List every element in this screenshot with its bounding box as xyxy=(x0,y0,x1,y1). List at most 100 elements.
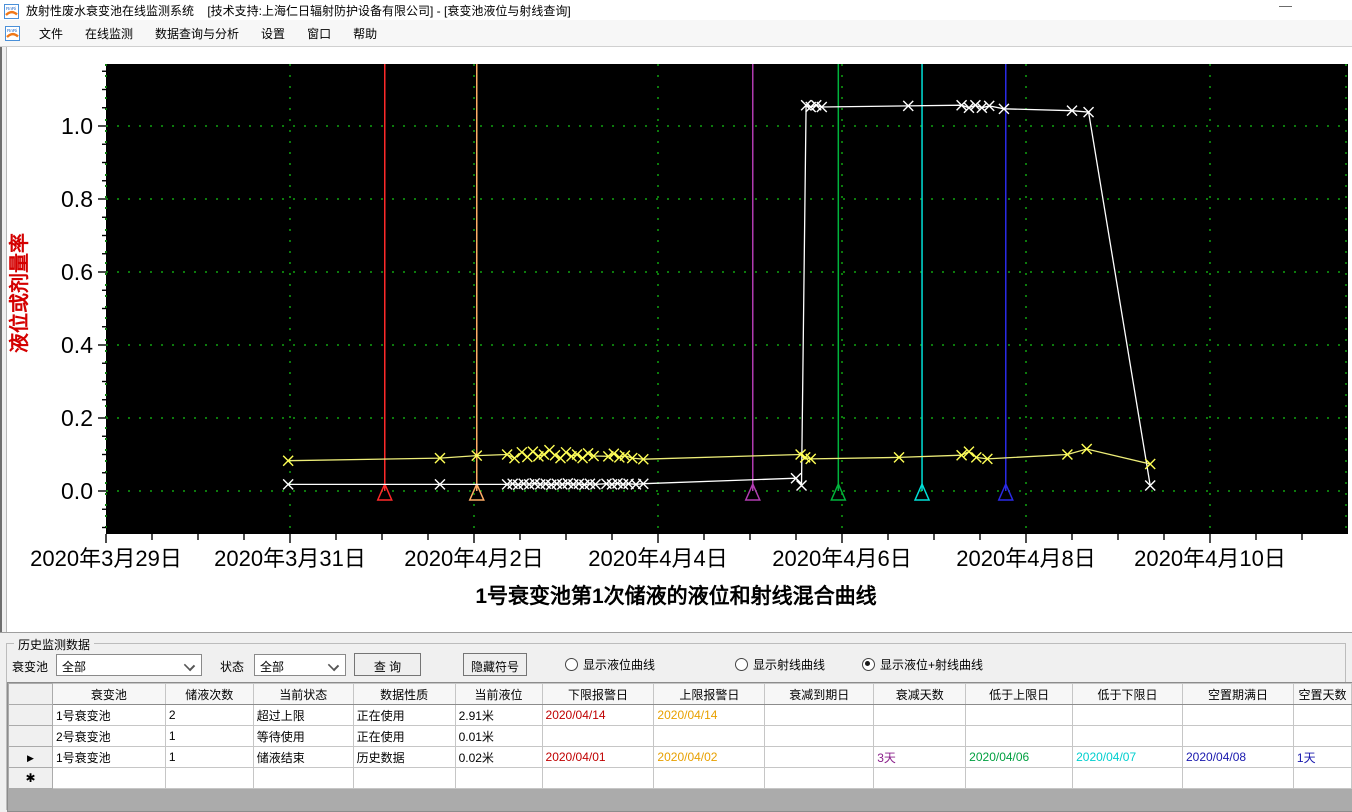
table-cell[interactable]: 历史数据 xyxy=(352,746,456,768)
column-header[interactable]: 衰变池 xyxy=(51,683,166,705)
minimize-button[interactable]: — xyxy=(1279,0,1292,13)
table-cell[interactable] xyxy=(965,725,1074,747)
menu-item-帮助[interactable]: 帮助 xyxy=(342,21,388,46)
column-header[interactable]: 空置期满日 xyxy=(1182,683,1294,705)
table-cell[interactable]: 0.02米 xyxy=(454,746,543,768)
radio-unselected-icon xyxy=(735,658,748,671)
history-table: 衰变池 储液次数 当前状态 数据性质 当前液位 下限报警日 上限报警日 衰减到期日 衰减天数 低于… xyxy=(8,683,1352,789)
table-cell[interactable]: 2.91米 xyxy=(454,704,543,726)
status-filter-value: 全部 xyxy=(260,660,285,674)
table-cell[interactable]: 超过上限 xyxy=(252,704,354,726)
table-cell[interactable]: 正在使用 xyxy=(352,725,456,747)
column-header[interactable]: 低于下限日 xyxy=(1072,683,1183,705)
table-cell[interactable] xyxy=(1182,704,1294,726)
column-header[interactable]: 储液次数 xyxy=(164,683,254,705)
table-cell[interactable]: 1天 xyxy=(1292,746,1352,768)
row-header[interactable] xyxy=(8,704,53,726)
hide-symbols-button[interactable]: 隐藏符号 xyxy=(463,653,527,676)
table-cell[interactable] xyxy=(541,767,655,789)
table-cell[interactable] xyxy=(541,725,655,747)
menu-item-数据查询与分析[interactable]: 数据查询与分析 xyxy=(144,21,250,46)
table-cell[interactable]: 2020/04/02 xyxy=(653,746,766,768)
table-cell[interactable]: 1号衰变池 xyxy=(51,746,166,768)
column-header[interactable]: 数据性质 xyxy=(352,683,456,705)
current-row-indicator[interactable]: ▶ xyxy=(8,746,53,768)
table-cell[interactable] xyxy=(352,767,456,789)
column-header[interactable]: 衰减到期日 xyxy=(764,683,875,705)
column-header[interactable]: 衰减天数 xyxy=(873,683,967,705)
table-cell[interactable] xyxy=(873,767,967,789)
table-cell[interactable]: 0.01米 xyxy=(454,725,543,747)
radio-curve-0[interactable]: 显示液位曲线 xyxy=(565,656,655,673)
table-cell[interactable]: 2020/04/14 xyxy=(653,704,766,726)
table-cell[interactable]: 1 xyxy=(164,746,254,768)
table-cell[interactable]: 3天 xyxy=(873,746,967,768)
chart-panel: 0.0 0.2 0.4 0.6 0.8 1.0 2020年3月29日 2020年3月31日 20… xyxy=(0,47,1352,632)
column-header[interactable]: 当前液位 xyxy=(454,683,543,705)
svg-text:RnRi: RnRi xyxy=(6,6,16,11)
svg-text:2020年4月2日: 2020年4月2日 xyxy=(404,546,543,571)
radio-label: 显示液位曲线 xyxy=(583,658,656,672)
table-cell[interactable]: 储液结束 xyxy=(252,746,354,768)
table-cell[interactable] xyxy=(653,767,766,789)
new-row-indicator[interactable]: ✱ xyxy=(8,767,53,789)
table-cell[interactable] xyxy=(1182,725,1294,747)
table-cell[interactable] xyxy=(653,725,766,747)
table-cell[interactable]: 2020/04/14 xyxy=(541,704,655,726)
column-header[interactable]: 低于上限日 xyxy=(965,683,1074,705)
table-cell[interactable] xyxy=(873,704,967,726)
row-header[interactable] xyxy=(8,725,53,747)
radio-curve-1[interactable]: 显示射线曲线 xyxy=(735,656,825,673)
table-cell[interactable]: 2号衰变池 xyxy=(51,725,166,747)
table-cell[interactable] xyxy=(454,767,543,789)
group-box-label: 历史监测数据 xyxy=(14,636,95,653)
table-cell[interactable] xyxy=(1292,725,1352,747)
pool-filter-combobox[interactable]: 全部 xyxy=(56,654,202,676)
table-cell[interactable] xyxy=(873,725,967,747)
menu-item-设置[interactable]: 设置 xyxy=(250,21,296,46)
query-button[interactable]: 查 询 xyxy=(354,653,421,676)
column-header[interactable]: 空置天数 xyxy=(1292,683,1352,705)
table-cell[interactable] xyxy=(764,704,875,726)
column-header[interactable]: 上限报警日 xyxy=(653,683,766,705)
table-cell[interactable]: 正在使用 xyxy=(352,704,456,726)
menu-item-在线监测[interactable]: 在线监测 xyxy=(74,21,144,46)
table-cell[interactable] xyxy=(164,767,254,789)
table-cell[interactable]: 1 xyxy=(164,725,254,747)
table-cell[interactable] xyxy=(1292,767,1352,789)
table-cell[interactable]: 2020/04/08 xyxy=(1182,746,1294,768)
menu-item-窗口[interactable]: 窗口 xyxy=(296,21,342,46)
menu-item-文件[interactable]: 文件 xyxy=(28,21,74,46)
selected-cell[interactable]: 2020/04/05 xyxy=(764,746,875,768)
table-cell[interactable] xyxy=(1072,725,1183,747)
table-cell[interactable] xyxy=(1072,767,1183,789)
table-cell[interactable]: 2020/04/06 xyxy=(965,746,1074,768)
title-bar: RnRi 放射性废水衰变池在线监测系统 [技术支持:上海仁日辐射防护设备有限公司… xyxy=(0,0,1352,21)
table-cell[interactable]: 1号衰变池 xyxy=(51,704,166,726)
column-header[interactable]: 下限报警日 xyxy=(541,683,655,705)
column-header[interactable]: 当前状态 xyxy=(252,683,354,705)
svg-text:0.4: 0.4 xyxy=(61,332,93,358)
table-cell[interactable] xyxy=(965,767,1074,789)
table-cell[interactable] xyxy=(965,704,1074,726)
radio-curve-2[interactable]: 显示液位+射线曲线 xyxy=(862,656,983,673)
table-corner-cell xyxy=(8,683,53,705)
radio-label: 显示液位+射线曲线 xyxy=(880,658,984,672)
table-cell[interactable] xyxy=(1072,704,1183,726)
table-cell[interactable] xyxy=(1292,704,1352,726)
table-cell[interactable]: 2020/04/01 xyxy=(541,746,655,768)
svg-text:0.8: 0.8 xyxy=(61,186,93,212)
table-cell[interactable] xyxy=(764,767,875,789)
table-cell[interactable]: 2 xyxy=(164,704,254,726)
table-cell[interactable]: 等待使用 xyxy=(252,725,354,747)
table-cell[interactable] xyxy=(1182,767,1294,789)
svg-text:0.2: 0.2 xyxy=(61,405,93,431)
status-filter-combobox[interactable]: 全部 xyxy=(254,654,346,676)
chevron-down-icon xyxy=(327,659,340,672)
radio-selected-icon xyxy=(862,658,875,671)
table-cell[interactable] xyxy=(252,767,354,789)
table-cell[interactable]: 2020/04/07 xyxy=(1072,746,1183,768)
app-logo-icon: RnRi xyxy=(4,3,19,19)
table-cell[interactable] xyxy=(51,767,166,789)
table-cell[interactable] xyxy=(764,725,875,747)
